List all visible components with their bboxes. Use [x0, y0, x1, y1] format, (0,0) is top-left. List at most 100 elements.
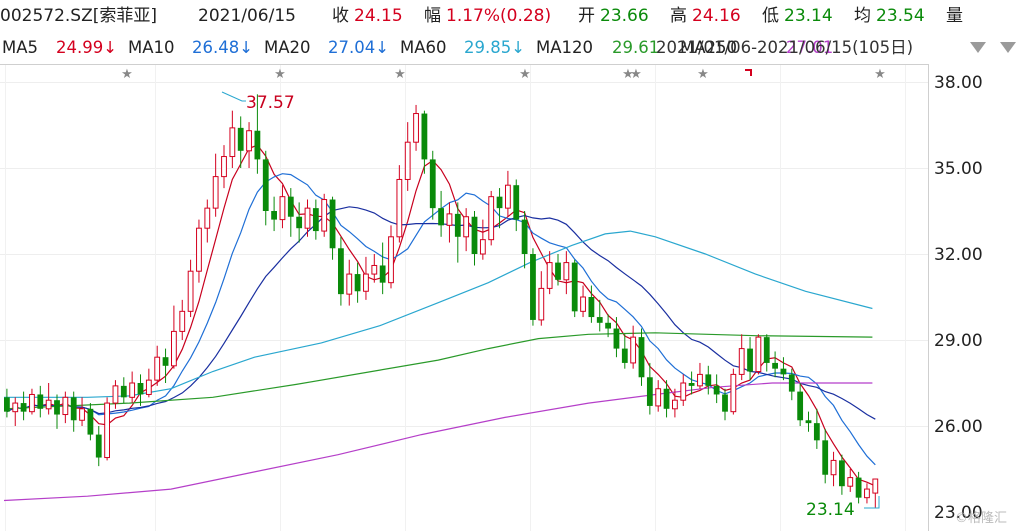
- candle-body: [797, 391, 804, 421]
- candle-body: [688, 383, 695, 386]
- candle: [79, 397, 85, 426]
- candle-body: [12, 402, 19, 413]
- y-tick-label: 29.00: [934, 331, 983, 351]
- candle: [296, 202, 303, 243]
- candle-body: [454, 213, 461, 237]
- star-marker-icon: ★: [274, 67, 286, 82]
- y-tick-label: 32.00: [934, 245, 983, 265]
- candle: [271, 196, 277, 232]
- candle: [413, 104, 419, 151]
- candle-body: [655, 388, 662, 407]
- min-price-label: 23.14: [806, 500, 855, 520]
- candle-body: [37, 394, 44, 409]
- candle: [379, 242, 386, 295]
- candle: [479, 219, 486, 260]
- candle-body: [538, 287, 545, 321]
- candle: [70, 391, 77, 432]
- candle: [705, 365, 712, 395]
- candle-body: [196, 227, 202, 272]
- candle: [262, 150, 269, 226]
- candle-body: [646, 377, 653, 406]
- candle-body: [246, 130, 252, 152]
- candle: [29, 388, 35, 415]
- candle-body: [254, 130, 261, 160]
- candle-body: [855, 477, 862, 498]
- candle: [145, 368, 152, 398]
- candle: [438, 190, 444, 237]
- candle-body: [571, 262, 578, 312]
- candlestick-chart: ★ ★ ★ ★ ★★ ★ ★ 38.00 35.00 32.00 29.00 26.00 2…: [0, 64, 983, 531]
- candle: [363, 256, 369, 300]
- star-marker-icon: ★: [121, 67, 133, 82]
- max-annotation-leader: [221, 91, 246, 102]
- candle: [688, 371, 695, 395]
- candle-body: [713, 385, 720, 395]
- candle-body: [672, 399, 678, 410]
- candle: [137, 374, 144, 406]
- candle-body: [95, 434, 102, 458]
- min-price-annotation: 23.14: [806, 496, 880, 520]
- candle-body: [638, 337, 645, 378]
- candle-body: [296, 216, 303, 229]
- candle: [129, 371, 136, 404]
- candle: [212, 153, 219, 217]
- candle-body: [730, 373, 737, 413]
- candle-body: [279, 196, 286, 221]
- candle: [446, 202, 453, 243]
- candle: [329, 196, 336, 260]
- candle: [179, 299, 186, 340]
- candle: [797, 383, 804, 426]
- candle-body: [438, 208, 444, 226]
- candle-body: [680, 382, 687, 401]
- candle-body: [839, 460, 845, 487]
- candle-body: [221, 156, 227, 178]
- candle-body: [104, 402, 110, 459]
- candle-body: [45, 399, 52, 410]
- candle: [538, 271, 545, 326]
- candle-body: [271, 211, 277, 220]
- candle: [830, 451, 837, 487]
- candle: [304, 199, 311, 237]
- candle-body: [505, 184, 511, 209]
- candle: [4, 388, 10, 418]
- candle: [530, 248, 536, 326]
- candle: [54, 394, 60, 429]
- candle-body: [479, 239, 486, 255]
- candle: [62, 391, 69, 424]
- candle: [112, 380, 119, 409]
- candle: [646, 362, 653, 415]
- candle-body: [338, 248, 344, 295]
- candle-body: [162, 357, 169, 366]
- candle: [171, 305, 177, 369]
- candle-body: [488, 196, 495, 241]
- candle-body: [154, 356, 161, 381]
- candle: [371, 254, 378, 283]
- candle: [513, 179, 520, 232]
- candle: [221, 145, 227, 189]
- candle: [580, 285, 586, 318]
- candle-body: [329, 199, 336, 249]
- candle-body: [471, 216, 478, 254]
- candle: [196, 219, 202, 283]
- candle: [120, 377, 127, 404]
- candle-body: [70, 397, 77, 421]
- candle: [104, 397, 110, 461]
- candle: [12, 397, 19, 426]
- candle: [396, 165, 403, 243]
- candle: [872, 478, 879, 508]
- candle: [354, 262, 361, 303]
- candle: [505, 170, 511, 217]
- candle-body: [20, 403, 27, 412]
- star-marker-icon: ★: [697, 67, 709, 82]
- candle: [429, 150, 436, 220]
- candle: [571, 259, 578, 318]
- candle-body: [371, 264, 378, 275]
- candle-body: [187, 270, 194, 312]
- candle-body: [563, 262, 570, 281]
- candle-body: [112, 385, 119, 404]
- candle: [388, 225, 394, 289]
- candle: [621, 334, 628, 369]
- candle: [763, 334, 770, 372]
- candle: [697, 362, 703, 389]
- candle-body: [179, 310, 186, 332]
